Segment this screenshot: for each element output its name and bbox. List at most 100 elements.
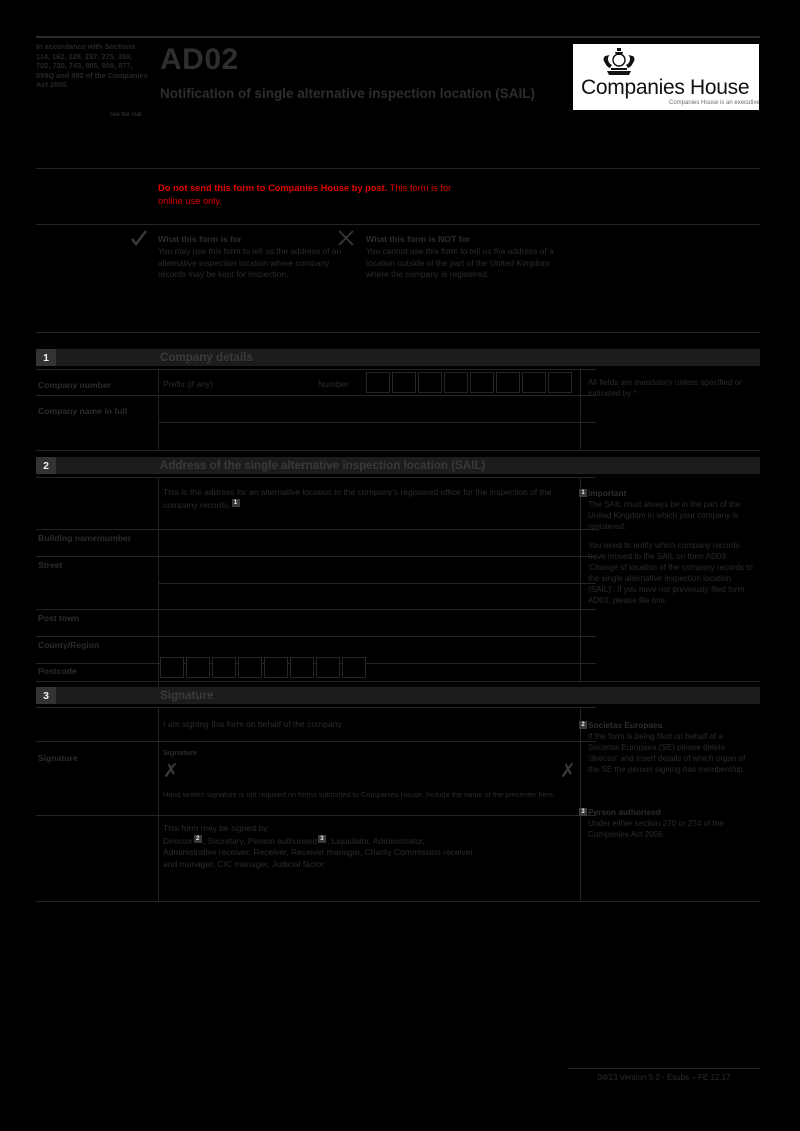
form-title: Notification of single alternative inspe…	[160, 86, 536, 101]
important-note-para-2: You need to notify which company records…	[588, 541, 753, 605]
signed-by-title: This form may be signed by:	[163, 823, 270, 833]
what-form-is-for-body: You may use this form to tell us the add…	[158, 246, 342, 280]
post-town-label: Post town	[38, 613, 80, 623]
cross-icon	[338, 230, 354, 246]
logo-subtitle: Companies House is an executive agency o…	[669, 100, 759, 106]
guidance-ref-3: 3	[579, 808, 587, 816]
societas-europaea-note: 2 Societas Europaea If the form is being…	[579, 720, 756, 775]
s2-vrule-d	[158, 609, 159, 636]
what-form-is-not-for-box: What this form is NOT for You cannot use…	[338, 230, 566, 281]
company-number-box-2[interactable]	[392, 372, 416, 393]
s2-vrule-a	[158, 477, 159, 529]
s3-vrule-a	[158, 707, 159, 741]
section-3-title: Signature	[160, 689, 214, 702]
s2-rule-d	[158, 583, 596, 584]
number-label: Number	[318, 379, 349, 389]
postcode-boxes[interactable]	[160, 657, 368, 678]
postcode-box-8[interactable]	[342, 657, 366, 678]
signature-mark-left[interactable]: ✗	[163, 762, 179, 781]
company-number-box-4[interactable]	[444, 372, 468, 393]
signed-by-line-3: and manager, CIC manager, Judicial facto…	[163, 859, 327, 869]
section-3-number: 3	[36, 687, 56, 704]
form-code: AD02	[160, 43, 239, 76]
s1-rule-c	[158, 422, 596, 423]
s2-rule-f	[36, 636, 596, 637]
guidance-ref-1: 1	[579, 489, 587, 497]
footer-version-text: 04/13 Version 5.0 - Esubs – FE 12.17	[597, 1073, 731, 1082]
s2-rule-c	[36, 556, 596, 557]
company-name-label: Company name in full	[38, 406, 128, 416]
signature-field-label: Signature	[38, 753, 78, 763]
important-note-para-1: The SAIL must always be in the part of t…	[588, 500, 741, 531]
postcode-box-5[interactable]	[264, 657, 288, 678]
person-authorised-note: 3 Person authorised Under either section…	[579, 807, 756, 840]
notice-bold-text: Do not send this form to Companies House…	[158, 183, 388, 193]
header-bottom-rule	[36, 168, 760, 169]
s3-guidance-divider	[580, 707, 581, 901]
company-number-box-3[interactable]	[418, 372, 442, 393]
what-form-is-for-title: What this form is for	[158, 234, 242, 244]
header-top-rule	[36, 36, 760, 38]
societas-europaea-body: If the form is being filed on behalf of …	[588, 732, 746, 774]
section-2-guidance: 1 Important The SAIL must always be in t…	[579, 488, 756, 606]
s3-rule-a	[36, 707, 596, 708]
signed-by-ref-3: 3	[317, 835, 326, 843]
s3-guidance-rule	[580, 901, 760, 902]
postcode-box-7[interactable]	[316, 657, 340, 678]
section-2-title: Address of the single alternative inspec…	[160, 459, 486, 472]
company-number-box-7[interactable]	[522, 372, 546, 393]
s3-rule-b	[36, 741, 596, 742]
postcode-box-1[interactable]	[160, 657, 184, 678]
company-number-box-8[interactable]	[548, 372, 572, 393]
section-1-bar	[36, 349, 760, 366]
s3-vrule-c	[158, 815, 159, 901]
societas-europaea-title: Societas Europaea	[588, 720, 663, 730]
s2-vrule-e	[158, 636, 159, 663]
postcode-box-6[interactable]	[290, 657, 314, 678]
prefix-label: Prefix (if any)	[163, 379, 214, 389]
s1-guidance-divider	[580, 369, 581, 450]
section-1-guidance: All fields are mandatory unless specifie…	[588, 377, 756, 399]
signed-by-secretary: , Secretary, Person authorised	[202, 835, 317, 846]
companies-house-logo: Companies House Companies House is an ex…	[573, 44, 759, 110]
company-number-box-5[interactable]	[470, 372, 494, 393]
building-name-label: Building name/number	[38, 533, 132, 543]
county-region-label: County/Region	[38, 640, 100, 650]
s1-rule-a	[36, 369, 596, 370]
company-number-label: Company number	[38, 380, 112, 390]
s2-rule-h	[36, 681, 596, 682]
s2-vrule-b	[158, 529, 159, 556]
postcode-label: Postcode	[38, 666, 77, 676]
s2-rule-a	[36, 477, 596, 478]
s2-rule-b	[36, 529, 596, 530]
s1-rule-b	[36, 395, 596, 396]
section-3-bar	[36, 687, 760, 704]
signed-by-line-1: Director 2, Secretary, Person authorised 3…	[163, 835, 583, 847]
postcode-box-3[interactable]	[212, 657, 236, 678]
signed-by-liquidator: , Liquidator, Administrator,	[326, 835, 425, 846]
s1-guidance-rule	[580, 450, 760, 451]
s3-rule-c	[36, 815, 596, 816]
company-number-box-1[interactable]	[366, 372, 390, 393]
tick-icon	[131, 230, 147, 246]
important-note-title: Important	[588, 488, 627, 498]
info-bottom-rule	[36, 332, 760, 333]
what-form-is-not-for-body: You cannot use this form to tell us the …	[366, 246, 554, 280]
s2-guidance-divider	[580, 477, 581, 681]
sail-intro-body: This is the address for an alternative l…	[163, 487, 552, 510]
signature-mark-right[interactable]: ✗	[560, 762, 576, 781]
what-form-is-for-box: What this form is for You may use this f…	[131, 230, 358, 281]
logo-subtitle-secondary: see the real	[110, 112, 142, 118]
postcode-box-2[interactable]	[186, 657, 210, 678]
sail-intro-text: This is the address for an alternative l…	[163, 487, 573, 511]
section-2-number: 2	[36, 457, 56, 474]
footer-rule	[568, 1068, 760, 1069]
company-number-box-6[interactable]	[496, 372, 520, 393]
legal-reference-note: In accordance with Sections 114, 162, 22…	[36, 42, 148, 90]
signed-by-director: Director	[163, 835, 193, 846]
signature-note: Hand written signature is not required o…	[163, 790, 556, 799]
section-1-title: Company details	[160, 351, 253, 364]
what-form-is-not-for-title: What this form is NOT for	[366, 234, 471, 244]
postcode-box-4[interactable]	[238, 657, 262, 678]
company-number-boxes[interactable]	[366, 372, 574, 393]
